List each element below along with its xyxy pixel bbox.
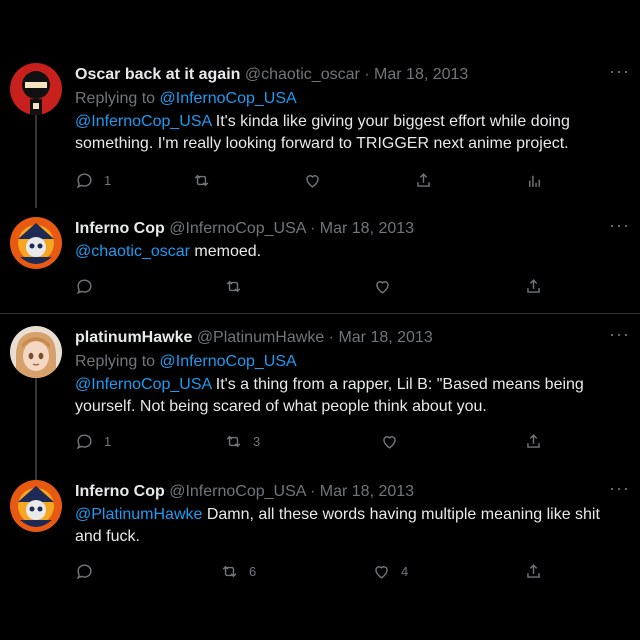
retweet-icon xyxy=(226,435,241,448)
replying-prefix: Replying to xyxy=(75,90,160,107)
display-name[interactable]: Inferno Cop xyxy=(75,483,165,500)
retweet-count: 3 xyxy=(253,434,261,449)
action-bar: 1 3 xyxy=(75,432,545,454)
avatar[interactable] xyxy=(10,63,62,115)
share-button[interactable] xyxy=(414,171,433,190)
separator: · xyxy=(305,483,320,500)
tweet[interactable]: Inferno Cop @InfernoCop_USA · Mar 18, 20… xyxy=(0,478,640,600)
handle[interactable]: @chaotic_oscar xyxy=(245,66,360,83)
tweet-header: platinumHawke @PlatinumHawke · Mar 18, 2… xyxy=(75,328,433,348)
tweet[interactable]: Oscar back at it again @chaotic_oscar · … xyxy=(0,61,640,203)
retweet-button[interactable]: 3 xyxy=(224,432,260,451)
reply-button[interactable] xyxy=(75,277,94,296)
reply-icon xyxy=(76,173,92,189)
handle[interactable]: @InfernoCop_USA xyxy=(169,483,305,500)
share-icon xyxy=(527,434,540,448)
tweet-text: @InfernoCop_USA It's a thing from a rapp… xyxy=(75,374,620,418)
separator: · xyxy=(305,220,320,237)
reply-button[interactable] xyxy=(75,562,94,581)
like-button[interactable]: 4 xyxy=(372,562,408,581)
avatar[interactable] xyxy=(10,480,62,532)
reply-icon xyxy=(76,434,92,450)
retweet-icon xyxy=(226,280,241,293)
share-icon xyxy=(527,564,540,578)
replying-prefix: Replying to xyxy=(75,353,160,370)
like-icon xyxy=(376,281,389,294)
action-bar: 1 xyxy=(75,171,545,193)
retweet-button[interactable] xyxy=(224,277,243,296)
timestamp[interactable]: Mar 18, 2013 xyxy=(320,483,414,500)
replying-to: Replying to @InfernoCop_USA xyxy=(75,89,297,109)
mention-link[interactable]: @InfernoCop_USA xyxy=(75,376,211,393)
reply-count: 1 xyxy=(104,173,112,188)
tweet-text: @PlatinumHawke Damn, all these words hav… xyxy=(75,504,620,548)
tweet-header: Inferno Cop @InfernoCop_USA · Mar 18, 20… xyxy=(75,219,414,239)
action-bar xyxy=(75,277,545,299)
share-icon xyxy=(417,173,430,187)
analytics-icon xyxy=(529,175,540,187)
tweet[interactable]: Inferno Cop @InfernoCop_USA · Mar 18, 20… xyxy=(0,215,640,307)
mention-link[interactable]: @InfernoCop_USA xyxy=(75,113,211,130)
retweet-icon xyxy=(194,174,209,187)
handle[interactable]: @InfernoCop_USA xyxy=(169,220,305,237)
reply-count: 1 xyxy=(104,434,112,449)
avatar[interactable] xyxy=(10,326,62,378)
more-icon[interactable]: ··· xyxy=(609,324,630,345)
mention-link[interactable]: @PlatinumHawke xyxy=(75,506,202,523)
reply-button[interactable]: 1 xyxy=(75,171,111,190)
share-icon xyxy=(527,279,540,293)
like-icon xyxy=(383,436,396,449)
share-button[interactable] xyxy=(524,432,543,451)
retweet-button[interactable] xyxy=(192,171,211,190)
timestamp[interactable]: Mar 18, 2013 xyxy=(320,220,414,237)
mention-link[interactable]: @chaotic_oscar xyxy=(75,243,190,260)
like-button[interactable] xyxy=(373,277,392,296)
analytics-button[interactable] xyxy=(525,171,544,190)
reply-icon xyxy=(76,564,92,580)
reply-icon xyxy=(76,279,92,295)
more-icon[interactable]: ··· xyxy=(609,478,630,499)
separator: · xyxy=(324,329,339,346)
more-icon[interactable]: ··· xyxy=(609,215,630,236)
more-icon[interactable]: ··· xyxy=(609,61,630,82)
retweet-count: 6 xyxy=(249,564,257,579)
avatar[interactable] xyxy=(10,217,62,269)
share-button[interactable] xyxy=(524,562,543,581)
tweet-text: @InfernoCop_USA It's kinda like giving y… xyxy=(75,111,620,155)
separator: · xyxy=(359,66,375,83)
display-name[interactable]: Inferno Cop xyxy=(75,220,165,237)
tweet-header: Oscar back at it again @chaotic_oscar · … xyxy=(75,65,468,85)
replying-to-link[interactable]: @InfernoCop_USA xyxy=(160,90,297,107)
retweet-button[interactable]: 6 xyxy=(220,562,256,581)
replying-to-link[interactable]: @InfernoCop_USA xyxy=(160,353,297,370)
divider xyxy=(0,313,640,314)
tweet[interactable]: platinumHawke @PlatinumHawke · Mar 18, 2… xyxy=(0,324,640,466)
tweet-body: memoed. xyxy=(189,243,262,260)
share-button[interactable] xyxy=(524,277,543,296)
like-count: 4 xyxy=(401,564,409,579)
action-bar: 6 4 xyxy=(75,562,545,584)
timestamp[interactable]: Mar 18, 2013 xyxy=(374,66,468,83)
like-button[interactable] xyxy=(380,432,399,451)
reply-button[interactable]: 1 xyxy=(75,432,111,451)
like-icon xyxy=(306,175,319,188)
retweet-icon xyxy=(222,565,237,578)
handle[interactable]: @PlatinumHawke xyxy=(197,329,324,346)
tweet-text: @chaotic_oscar memoed. xyxy=(75,241,620,263)
like-button[interactable] xyxy=(303,171,322,190)
display-name[interactable]: Oscar back at it again xyxy=(75,66,240,83)
display-name[interactable]: platinumHawke xyxy=(75,329,192,346)
tweet-header: Inferno Cop @InfernoCop_USA · Mar 18, 20… xyxy=(75,482,414,502)
timestamp[interactable]: Mar 18, 2013 xyxy=(338,329,432,346)
like-icon xyxy=(375,566,388,579)
replying-to: Replying to @InfernoCop_USA xyxy=(75,352,297,372)
